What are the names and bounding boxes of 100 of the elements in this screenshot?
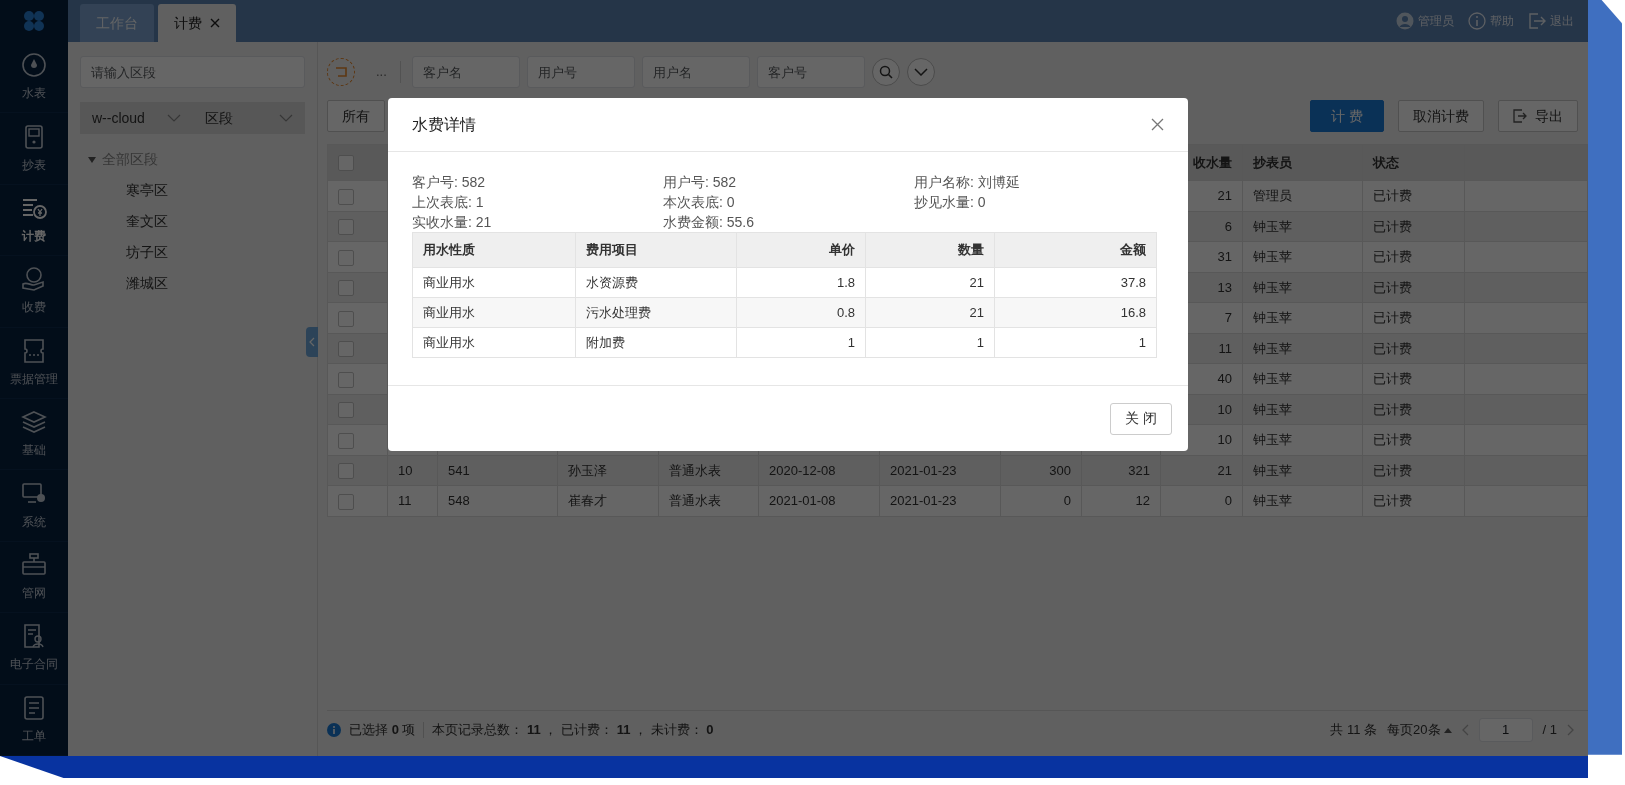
caret-up-icon <box>1443 726 1452 733</box>
info-text: 实收水量: 21 <box>412 213 493 232</box>
row-checkbox[interactable] <box>338 463 354 480</box>
table-cell: 2021-01-08 <box>769 493 836 508</box>
table-cell: 0.8 <box>836 304 855 320</box>
cancel-charge-button[interactable]: 取消计费 <box>1398 100 1484 132</box>
close-icon[interactable] <box>210 18 220 28</box>
column-header: 单价 <box>829 242 855 258</box>
table-cell: 1 <box>1138 334 1146 350</box>
info-text: 上次表底: 1 <box>412 193 485 212</box>
input-field[interactable]: 客户名 <box>411 56 520 88</box>
more-text[interactable]: ... <box>362 62 393 82</box>
sidebar-item[interactable]: 管网 <box>0 541 68 614</box>
table-cell: 2021-01-23 <box>890 493 957 508</box>
column-header: 费用项目 <box>586 242 638 258</box>
row-checkbox[interactable] <box>338 493 354 510</box>
search-icon <box>878 65 893 79</box>
row-checkbox[interactable] <box>338 310 354 327</box>
table-cell: 钟玉苹 <box>1253 432 1292 447</box>
collapse-handle[interactable] <box>306 327 318 357</box>
chevron-down-icon <box>166 114 181 122</box>
table-cell: 钟玉苹 <box>1253 462 1292 478</box>
select-all-checkbox[interactable] <box>338 155 354 172</box>
table-cell: 钟玉苹 <box>1253 371 1292 386</box>
input-field[interactable]: 客户号 <box>756 56 865 88</box>
table-cell: 钟玉苹 <box>1253 249 1292 264</box>
info-text: 客户号: 582 <box>412 173 487 192</box>
info-text: 水费金额: 55.6 <box>663 213 756 232</box>
close-button[interactable]: 关 闭 <box>1110 402 1172 435</box>
table-cell: 11 <box>398 493 412 508</box>
tree-item[interactable]: 坊子区 <box>80 237 305 268</box>
input-field[interactable]: 用户名 <box>641 56 750 88</box>
ticket-icon <box>21 337 47 364</box>
sidebar-item[interactable]: 抄表 <box>0 113 68 185</box>
filter-button[interactable]: 所有 <box>327 100 385 132</box>
tree-item[interactable]: 寒亭区 <box>80 175 305 206</box>
layers-icon <box>21 409 47 436</box>
table-cell: 崔春才 <box>568 493 607 508</box>
expand-button[interactable] <box>906 58 935 86</box>
chevron-down-icon <box>913 68 928 76</box>
table-cell: 已计费 <box>1373 279 1412 295</box>
table-cell: 钟玉苹 <box>1253 279 1292 295</box>
table-cell: 1 <box>847 334 855 350</box>
table-cell: 钟玉苹 <box>1253 218 1292 234</box>
table-cell: 31 <box>1217 249 1232 264</box>
table-cell: 10 <box>398 462 413 478</box>
table-cell: 40 <box>1217 371 1232 386</box>
sidebar-item[interactable]: 电子合同 <box>0 613 68 685</box>
sidebar-item[interactable]: 收费 <box>0 256 68 328</box>
table-cell: 已计费 <box>1373 340 1412 356</box>
modal-title: 水费详情 <box>412 114 476 135</box>
table-cell: 已计费 <box>1373 493 1412 508</box>
dropdown[interactable]: 区段 <box>192 107 305 129</box>
charge-button[interactable]: 计 费 <box>1310 100 1384 132</box>
row-checkbox[interactable] <box>338 341 354 358</box>
row-checkbox[interactable] <box>338 402 354 419</box>
table-cell: 37.8 <box>1120 274 1146 290</box>
chevron-down-icon <box>279 114 293 122</box>
table-cell: 钟玉苹 <box>1253 340 1292 356</box>
caret-icon <box>88 155 96 164</box>
dropdown[interactable]: w--cloud <box>80 107 193 129</box>
table-cell: 商业用水 <box>423 304 475 320</box>
column-header: 用水性质 <box>423 242 475 258</box>
tree-item[interactable]: 潍城区 <box>80 268 305 299</box>
sidebar-item[interactable]: 计费 <box>0 184 68 257</box>
row-checkbox[interactable] <box>338 219 354 236</box>
page-size-dropdown[interactable]: 每页20条 <box>1387 719 1452 740</box>
row-checkbox[interactable] <box>338 371 354 388</box>
table-cell: 10 <box>1217 432 1232 447</box>
table-cell: 水资源费 <box>586 274 638 290</box>
table-cell: 已计费 <box>1373 462 1412 478</box>
tree-item[interactable]: 奎文区 <box>80 206 305 237</box>
search-button[interactable] <box>871 58 900 86</box>
row-checkbox[interactable] <box>338 188 354 205</box>
next-page-button[interactable] <box>1567 723 1574 736</box>
clover-logo-icon <box>22 9 46 33</box>
table-cell: 污水处理费 <box>586 304 651 320</box>
table-cell: 已计费 <box>1373 188 1412 203</box>
tab[interactable]: 计费 <box>158 4 236 42</box>
export-button[interactable]: 导出 <box>1498 100 1578 132</box>
table-cell: 附加费 <box>586 334 625 350</box>
column-header: 金额 <box>1120 242 1146 258</box>
sidebar-item[interactable]: 系统 <box>0 470 68 542</box>
user-icon <box>1396 12 1414 30</box>
table-cell: 已计费 <box>1373 371 1412 386</box>
info-text: 本次表底: 0 <box>663 193 736 212</box>
sidebar-item[interactable]: 水表 <box>0 42 68 114</box>
document-lines-icon <box>21 694 47 721</box>
row-checkbox[interactable] <box>338 280 354 297</box>
row-checkbox[interactable] <box>338 249 354 266</box>
sidebar-item[interactable]: 票据管理 <box>0 327 68 400</box>
column-header: 状态 <box>1362 144 1465 181</box>
table-cell: 1.8 <box>836 274 855 290</box>
close-button[interactable] <box>1151 118 1164 131</box>
row-checkbox[interactable] <box>338 432 354 449</box>
input-field[interactable]: 用户号 <box>526 56 635 88</box>
previous-page-button[interactable] <box>1461 723 1469 736</box>
search-field[interactable]: 请输入区段 <box>80 56 305 88</box>
sidebar-item[interactable]: 基础 <box>0 399 68 471</box>
page-input[interactable]: 1 <box>1478 717 1533 742</box>
